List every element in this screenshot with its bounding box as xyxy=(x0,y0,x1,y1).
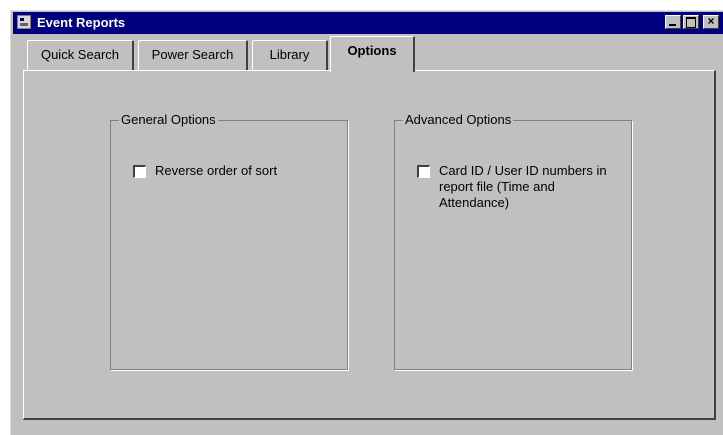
minimize-button[interactable] xyxy=(665,15,681,29)
maximize-button[interactable] xyxy=(683,15,699,29)
reverse-sort-label[interactable]: Reverse order of sort xyxy=(155,163,277,179)
advanced-options-group: Advanced Options Card ID / User ID numbe… xyxy=(394,112,632,370)
options-panel: General Options Reverse order of sort Ad… xyxy=(23,70,716,420)
close-button[interactable]: × xyxy=(703,14,719,29)
reverse-sort-option[interactable]: Reverse order of sort xyxy=(133,163,277,179)
card-id-option[interactable]: Card ID / User ID numbers in report file… xyxy=(417,163,624,211)
card-id-label[interactable]: Card ID / User ID numbers in report file… xyxy=(439,163,624,211)
close-icon: × xyxy=(707,14,715,28)
general-options-group: General Options Reverse order of sort xyxy=(110,112,348,370)
app-icon[interactable] xyxy=(17,15,31,29)
title-bar[interactable]: Event Reports × xyxy=(13,12,723,34)
window-title: Event Reports xyxy=(37,15,126,30)
tab-options[interactable]: Options xyxy=(330,36,415,72)
advanced-options-title: Advanced Options xyxy=(403,112,514,127)
card-id-checkbox[interactable] xyxy=(417,165,430,178)
reverse-sort-checkbox[interactable] xyxy=(133,165,146,178)
tab-library[interactable]: Library xyxy=(252,40,328,70)
tab-power-search[interactable]: Power Search xyxy=(138,40,248,70)
tab-quick-search[interactable]: Quick Search xyxy=(27,40,134,70)
general-options-title: General Options xyxy=(119,112,218,127)
